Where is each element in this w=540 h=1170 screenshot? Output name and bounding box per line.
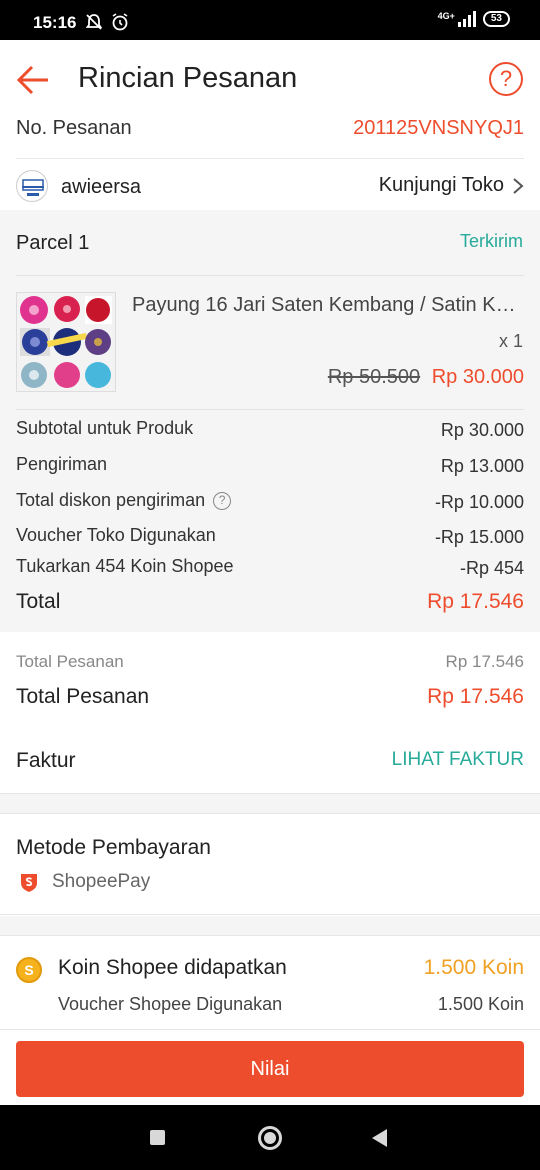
payment-title: Metode Pembayaran xyxy=(16,836,211,859)
product-quantity: x 1 xyxy=(498,331,523,351)
product-name[interactable]: Payung 16 Jari Saten Kembang / Satin Kem… xyxy=(132,294,524,317)
order-number-label: No. Pesanan xyxy=(16,117,132,139)
order-number-row: No. Pesanan 201125VNSNYQJ1 xyxy=(16,117,524,159)
summary-value: -Rp 454 xyxy=(459,558,524,578)
summary-label: Subtotal untuk Produk xyxy=(16,418,194,438)
product-price-original: Rp 50.500 xyxy=(327,366,421,388)
app-header: Rincian Pesanan ? xyxy=(0,40,540,120)
status-left-icons xyxy=(84,12,130,32)
network-type: 4G+ xyxy=(437,11,455,21)
view-invoice-link[interactable]: LIHAT FAKTUR xyxy=(392,749,524,771)
coins-earned-label: Koin Shopee didapatkan xyxy=(58,956,287,979)
system-nav-bar xyxy=(0,1105,540,1170)
coins-earned-value: 1.500 Koin xyxy=(423,956,524,979)
total-label: Total xyxy=(16,590,61,613)
bottom-action-bar: Nilai xyxy=(0,1029,540,1105)
back-arrow-icon[interactable] xyxy=(16,64,50,96)
chevron-right-icon xyxy=(513,177,524,194)
visit-shop-link[interactable]: Kunjungi Toko xyxy=(379,174,524,197)
summary-label: Pengiriman xyxy=(16,454,108,474)
parcel-title: Parcel 1 xyxy=(16,232,90,254)
visit-shop-label: Kunjungi Toko xyxy=(378,174,504,196)
summary-value: -Rp 10.000 xyxy=(434,492,524,512)
recents-icon[interactable] xyxy=(150,1130,165,1145)
summary-label-wrap: Total diskon pengiriman ? xyxy=(16,490,232,511)
product-prices: Rp 50.500 Rp 30.000 xyxy=(328,366,524,389)
coins-section: S Koin Shopee didapatkan 1.500 Koin Vouc… xyxy=(0,937,540,1029)
status-time: 15:16 xyxy=(33,13,77,32)
signal-icon xyxy=(457,11,476,27)
parcel-status: Terkirim xyxy=(460,231,523,251)
payment-method: ShopeePay xyxy=(18,871,150,893)
umbrella-photo-collage xyxy=(17,293,115,391)
alarm-icon xyxy=(112,13,128,31)
shopeepay-icon xyxy=(21,874,37,892)
total-value: Rp 17.546 xyxy=(427,590,524,613)
product-image[interactable] xyxy=(16,292,116,392)
summary-row-subtotal: Subtotal untuk Produk Rp 30.000 xyxy=(16,418,524,444)
payment-method-name: ShopeePay xyxy=(52,871,151,892)
battery-icon: 53 xyxy=(482,11,510,27)
shop-avatar xyxy=(16,170,48,202)
section-gap xyxy=(0,794,540,814)
page-title: Rincian Pesanan xyxy=(78,62,298,94)
summary-label: Tukarkan 454 Koin Shopee xyxy=(16,556,234,576)
invoice-label: Faktur xyxy=(16,749,76,772)
shop-logo-icon xyxy=(22,179,44,196)
status-right-icons: 4G+ 53 xyxy=(438,11,510,27)
shop-row[interactable]: awieersa Kunjungi Toko xyxy=(16,160,524,210)
order-total-small-label: Total Pesanan xyxy=(16,652,124,671)
help-icon[interactable]: ? xyxy=(489,62,523,96)
summary-row-shipping: Pengiriman Rp 13.000 xyxy=(16,454,524,480)
order-total-section: Total Pesanan Rp 17.546 Total Pesanan Rp… xyxy=(0,632,540,794)
shopee-voucher-label: Voucher Shopee Digunakan xyxy=(58,994,283,1014)
shopee-voucher-value: 1.500 Koin xyxy=(437,994,524,1014)
shop-name: awieersa xyxy=(61,176,142,198)
shopee-coin-icon: S xyxy=(16,957,42,983)
status-bar: 15:16 4G+ 53 xyxy=(0,0,540,40)
summary-value: Rp 13.000 xyxy=(440,456,524,476)
summary-label: Voucher Toko Digunakan xyxy=(16,525,216,545)
rate-button[interactable]: Nilai xyxy=(16,1041,524,1097)
order-total-value: Rp 17.546 xyxy=(427,685,524,708)
divider xyxy=(16,409,524,410)
order-total-small-value: Rp 17.546 xyxy=(445,652,524,671)
summary-value: -Rp 15.000 xyxy=(434,527,524,547)
summary-label: Total diskon pengiriman xyxy=(16,490,206,510)
section-gap xyxy=(0,916,540,936)
summary-row-coins: Tukarkan 454 Koin Shopee -Rp 454 xyxy=(16,556,524,582)
divider xyxy=(16,275,524,276)
order-number-value: 201125VNSNYQJ1 xyxy=(353,117,524,139)
payment-section: Metode Pembayaran ShopeePay xyxy=(0,815,540,915)
home-icon[interactable] xyxy=(258,1126,282,1150)
summary-row-shop-voucher: Voucher Toko Digunakan -Rp 15.000 xyxy=(16,525,524,551)
product-price-final: Rp 30.000 xyxy=(431,366,524,388)
notifications-off-icon xyxy=(85,14,103,30)
summary-row-shipping-discount: Total diskon pengiriman ? -Rp 10.000 xyxy=(16,490,524,516)
system-back-icon[interactable] xyxy=(372,1129,387,1147)
info-icon[interactable]: ? xyxy=(213,491,232,510)
parcel-section: Parcel 1 Terkirim Payung 16 Jari Saten K… xyxy=(0,210,540,632)
summary-value: Rp 30.000 xyxy=(440,420,524,440)
order-total-label: Total Pesanan xyxy=(16,685,150,708)
